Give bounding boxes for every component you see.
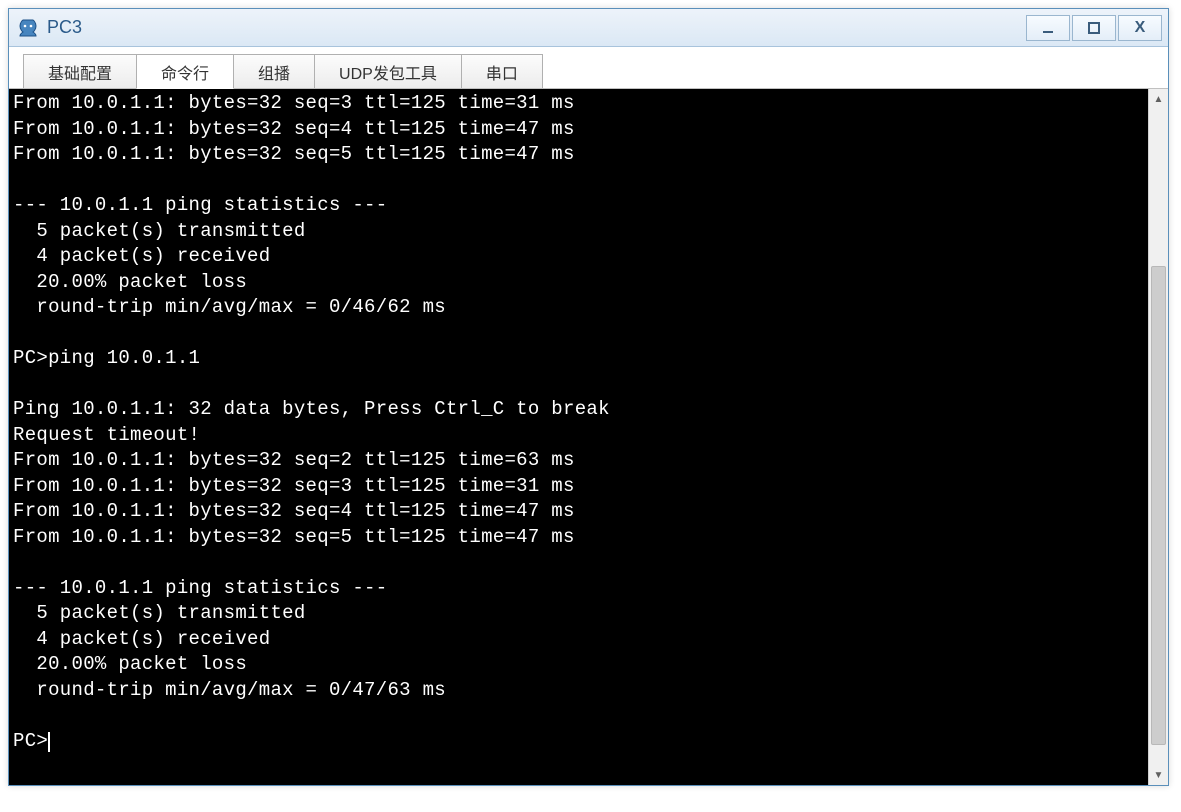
tabbar: 基础配置 命令行 组播 UDP发包工具 串口 bbox=[9, 47, 1168, 89]
close-icon: X bbox=[1135, 19, 1146, 37]
tab-serial-port[interactable]: 串口 bbox=[461, 54, 543, 88]
window-title: PC3 bbox=[47, 17, 1026, 38]
scroll-thumb[interactable] bbox=[1151, 266, 1166, 745]
terminal-output[interactable]: From 10.0.1.1: bytes=32 seq=3 ttl=125 ti… bbox=[9, 89, 1148, 785]
minimize-button[interactable] bbox=[1026, 15, 1070, 41]
vertical-scrollbar[interactable]: ▲ ▼ bbox=[1148, 89, 1168, 785]
terminal-cursor bbox=[48, 732, 50, 752]
close-button[interactable]: X bbox=[1118, 15, 1162, 41]
window-controls: X bbox=[1026, 15, 1162, 41]
maximize-button[interactable] bbox=[1072, 15, 1116, 41]
tab-multicast[interactable]: 组播 bbox=[233, 54, 315, 88]
terminal-container: From 10.0.1.1: bytes=32 seq=3 ttl=125 ti… bbox=[9, 89, 1168, 785]
tab-label: 组播 bbox=[258, 60, 290, 84]
tab-label: UDP发包工具 bbox=[339, 60, 437, 84]
app-window: PC3 X 基础配置 命令行 组播 UDP发包工具 串口 From 10.0.1… bbox=[8, 8, 1169, 786]
tab-command-line[interactable]: 命令行 bbox=[136, 54, 234, 89]
tab-basic-config[interactable]: 基础配置 bbox=[23, 54, 137, 88]
app-icon bbox=[17, 17, 39, 39]
tab-label: 基础配置 bbox=[48, 60, 112, 84]
scroll-track[interactable] bbox=[1149, 109, 1168, 765]
tab-label: 串口 bbox=[486, 60, 518, 84]
scroll-down-arrow[interactable]: ▼ bbox=[1149, 765, 1168, 785]
tab-udp-sender[interactable]: UDP发包工具 bbox=[314, 54, 462, 88]
tab-label: 命令行 bbox=[161, 60, 209, 84]
titlebar[interactable]: PC3 X bbox=[9, 9, 1168, 47]
scroll-up-arrow[interactable]: ▲ bbox=[1149, 89, 1168, 109]
